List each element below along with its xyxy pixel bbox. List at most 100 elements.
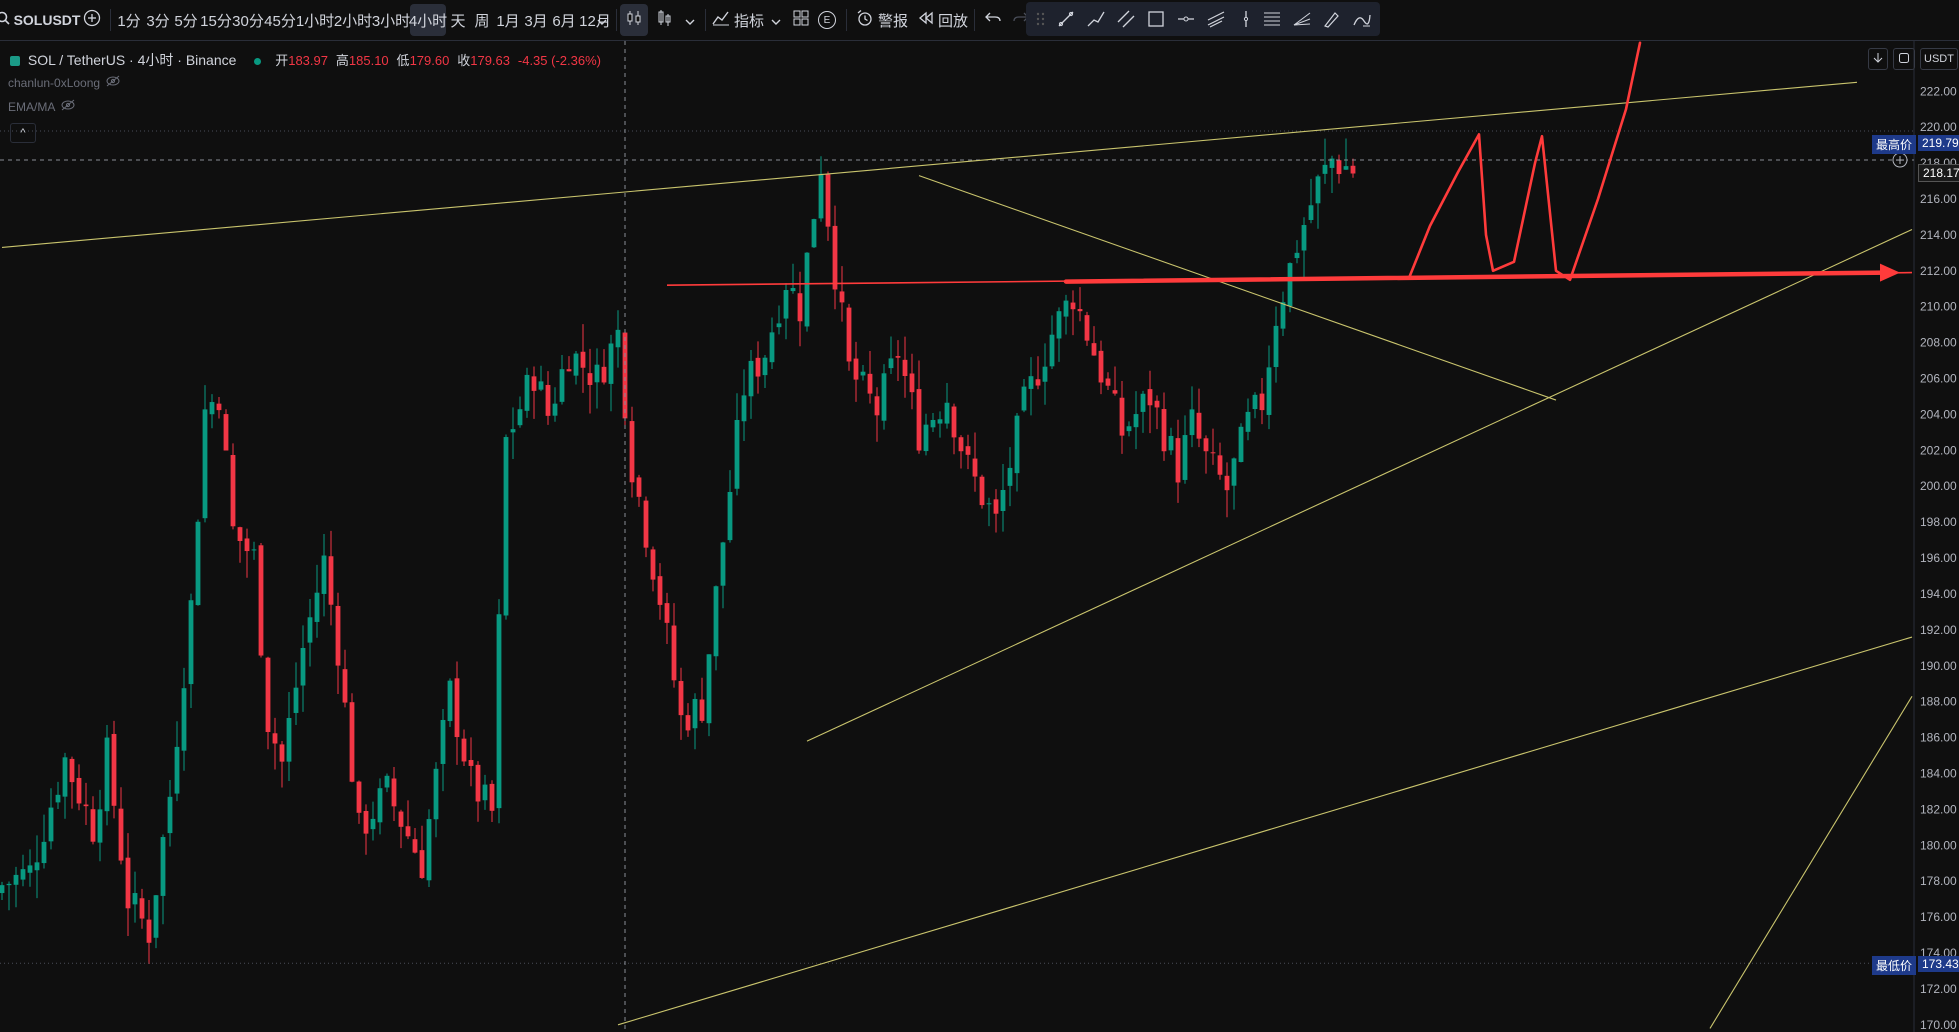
candle-down[interactable] — [1035, 379, 1041, 386]
candle-up[interactable] — [720, 542, 726, 586]
candle-down[interactable] — [328, 556, 334, 605]
candle-up[interactable] — [1280, 302, 1286, 329]
candle-down[interactable] — [349, 702, 355, 782]
candle-down[interactable] — [1350, 165, 1356, 174]
candle-up[interactable] — [384, 775, 390, 788]
candle-down[interactable] — [545, 384, 551, 416]
candle-down[interactable] — [993, 499, 999, 514]
candle-down[interactable] — [454, 678, 460, 738]
candle-up[interactable] — [727, 491, 733, 541]
candle-up[interactable] — [538, 381, 544, 390]
candle-down[interactable] — [1224, 475, 1230, 491]
candle-down[interactable] — [412, 839, 418, 853]
gann-fan-icon[interactable] — [1292, 9, 1312, 29]
candle-up[interactable] — [776, 323, 782, 328]
candle-up[interactable] — [209, 402, 215, 415]
candle-down[interactable] — [678, 681, 684, 716]
path-icon[interactable] — [1352, 9, 1372, 29]
trendline-icon[interactable] — [1056, 9, 1076, 29]
candle-down[interactable] — [1091, 343, 1097, 356]
candle-up[interactable] — [818, 173, 824, 219]
candle-down[interactable] — [118, 808, 124, 861]
candle-up[interactable] — [1266, 367, 1272, 415]
candle-up[interactable] — [1245, 411, 1251, 432]
interval-9[interactable]: 4小时 — [409, 4, 447, 36]
candle-up[interactable] — [321, 555, 327, 594]
candle-up[interactable] — [370, 818, 376, 830]
candle-down[interactable] — [391, 778, 397, 807]
candle-down[interactable] — [475, 764, 481, 802]
price-chart[interactable]: 222.00220.00218.00216.00214.00212.00210.… — [0, 41, 1959, 1032]
candle-down[interactable] — [1077, 309, 1083, 312]
candle-up[interactable] — [937, 419, 943, 424]
candle-up[interactable] — [62, 757, 68, 797]
candle-down[interactable] — [1336, 160, 1342, 175]
candle-down[interactable] — [566, 369, 572, 372]
candle-down[interactable] — [1147, 389, 1153, 406]
candle-up[interactable] — [552, 403, 558, 416]
interval-1[interactable]: 3分 — [144, 4, 172, 36]
candle-up[interactable] — [734, 419, 740, 489]
candle-up[interactable] — [1168, 435, 1174, 451]
candle-down[interactable] — [1210, 452, 1216, 454]
candle-up[interactable] — [1000, 490, 1006, 512]
candle-up[interactable] — [440, 719, 446, 764]
candle-up[interactable] — [307, 617, 313, 643]
templates-button[interactable] — [790, 4, 812, 36]
candle-down[interactable] — [643, 500, 649, 548]
candle-up[interactable] — [377, 788, 383, 823]
candle-up[interactable] — [692, 698, 698, 729]
rectangle-icon[interactable] — [1146, 9, 1166, 29]
candle-down[interactable] — [685, 715, 691, 731]
candle-down[interactable] — [895, 356, 901, 358]
candle-down[interactable] — [405, 826, 411, 837]
candle-down[interactable] — [1175, 438, 1181, 483]
candle-down[interactable] — [846, 307, 852, 362]
candle-up[interactable] — [482, 784, 488, 801]
candle-up[interactable] — [1273, 325, 1279, 368]
candle-up[interactable] — [153, 895, 159, 938]
replay-button[interactable]: 回放 — [918, 4, 968, 36]
candle-up[interactable] — [1049, 334, 1055, 367]
candle-up[interactable] — [1294, 252, 1300, 259]
candle-up[interactable] — [13, 874, 19, 885]
candle-down[interactable] — [909, 373, 915, 393]
parallel-channel-icon[interactable] — [1116, 9, 1136, 29]
candle-down[interactable] — [867, 373, 873, 394]
chart-type-dropdown[interactable] — [680, 4, 700, 36]
candle-down[interactable] — [90, 809, 96, 842]
candle-down[interactable] — [874, 396, 880, 416]
candle-down[interactable] — [587, 373, 593, 385]
candle-up[interactable] — [1014, 415, 1020, 474]
collapse-legend-button[interactable]: ^ — [10, 123, 36, 143]
interval-2[interactable]: 5分 — [172, 4, 200, 36]
candle-down[interactable] — [125, 857, 131, 909]
candle-down[interactable] — [650, 549, 656, 580]
candle-up[interactable] — [503, 437, 509, 616]
candle-down[interactable] — [797, 293, 803, 322]
candle-up[interactable] — [944, 402, 950, 424]
candle-down[interactable] — [265, 657, 271, 733]
interval-13[interactable]: 3月 — [522, 4, 550, 36]
candle-up[interactable] — [41, 841, 47, 864]
interval-10[interactable]: 天 — [446, 4, 470, 36]
candle-down[interactable] — [853, 358, 859, 380]
candle-up[interactable] — [1189, 409, 1195, 436]
candle-up[interactable] — [20, 869, 26, 880]
candle-down[interactable] — [1105, 378, 1111, 386]
candle-up[interactable] — [293, 687, 299, 713]
indicators-dropdown[interactable] — [766, 4, 786, 36]
ray-icon[interactable] — [1086, 9, 1106, 29]
candle-up[interactable] — [573, 353, 579, 376]
horizontal-ray-icon[interactable] — [1176, 9, 1196, 29]
interval-7[interactable]: 2小时 — [334, 4, 372, 36]
eye-hidden-icon[interactable] — [61, 99, 75, 114]
candle-down[interactable] — [972, 458, 978, 477]
candle-up[interactable] — [524, 374, 530, 411]
candle-down[interactable] — [755, 357, 761, 377]
candle-up[interactable] — [923, 424, 929, 452]
eye-hidden-icon[interactable] — [106, 75, 120, 90]
candle-down[interactable] — [825, 174, 831, 227]
indicator-row-chanlun[interactable]: chanlun-0xLoong — [8, 75, 120, 90]
alert-button[interactable]: 警报 — [856, 4, 908, 36]
